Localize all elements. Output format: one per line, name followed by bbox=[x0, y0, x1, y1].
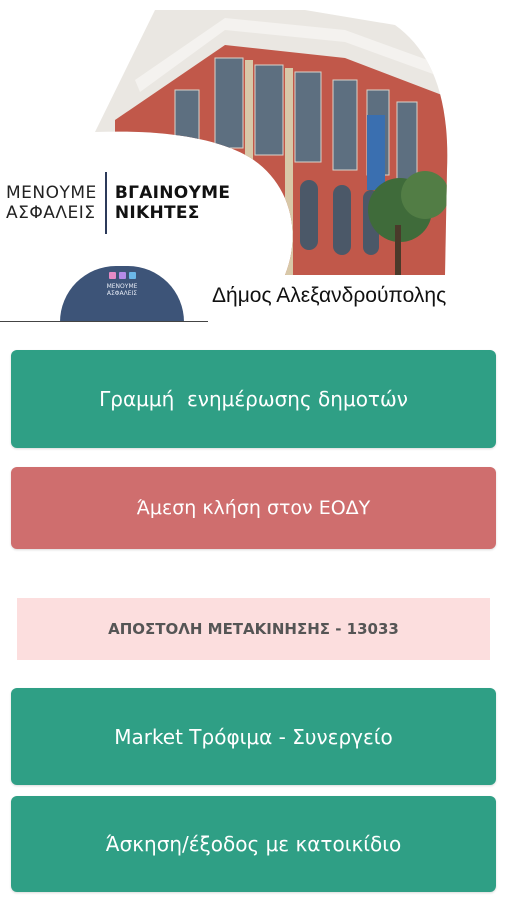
municipality-name: Δήμος Αλεξανδρούπολης bbox=[212, 284, 447, 307]
slogan-divider bbox=[104, 172, 107, 234]
town-hall-building-image bbox=[95, 10, 448, 275]
badge-text-line-2: ΑΣΦΑΛΕΙΣ bbox=[106, 290, 138, 297]
header-divider bbox=[0, 321, 208, 322]
check-icon bbox=[108, 272, 116, 279]
square-icon bbox=[118, 272, 126, 279]
market-food-button[interactable]: Market Τρόφιμα - Συνεργείο bbox=[11, 688, 496, 785]
square-icon bbox=[128, 272, 136, 279]
slogan-stay-text: ΜΕΝΟΥΜΕ bbox=[6, 183, 97, 203]
citizen-info-line-button[interactable]: Γραμμή ενημέρωσης δημοτών bbox=[11, 350, 496, 448]
slogan-winners-text: ΝΙΚΗΤΕΣ bbox=[114, 203, 200, 223]
slogan: ΜΕΝΟΥΜΕ ΑΣΦΑΛΕΙΣ ΒΓΑΙΝΟΥΜΕ ΝΙΚΗΤΕΣ bbox=[6, 172, 230, 234]
eody-call-button[interactable]: Άμεση κλήση στον ΕΟΔΥ bbox=[11, 467, 496, 549]
slogan-safe-text: ΑΣΦΑΛΕΙΣ bbox=[6, 203, 96, 223]
badge-icons bbox=[108, 272, 136, 279]
movement-sms-button[interactable]: ΑΠΟΣΤΟΛΗ ΜΕΤΑΚΙΝΗΣΗΣ - 13033 bbox=[17, 598, 490, 660]
badge-text-line-1: ΜΕΝΟΥΜΕ bbox=[106, 283, 138, 290]
header-banner: ΜΕΝΟΥΜΕ ΑΣΦΑΛΕΙΣ ΒΓΑΙΝΟΥΜΕ ΝΙΚΗΤΕΣ ΜΕΝΟΥ… bbox=[0, 0, 506, 330]
pet-exercise-button[interactable]: Άσκηση/έξοδος με κατοικίδιο bbox=[11, 796, 496, 892]
slogan-go-out-text: ΒΓΑΙΝΟΥΜΕ bbox=[114, 183, 231, 203]
